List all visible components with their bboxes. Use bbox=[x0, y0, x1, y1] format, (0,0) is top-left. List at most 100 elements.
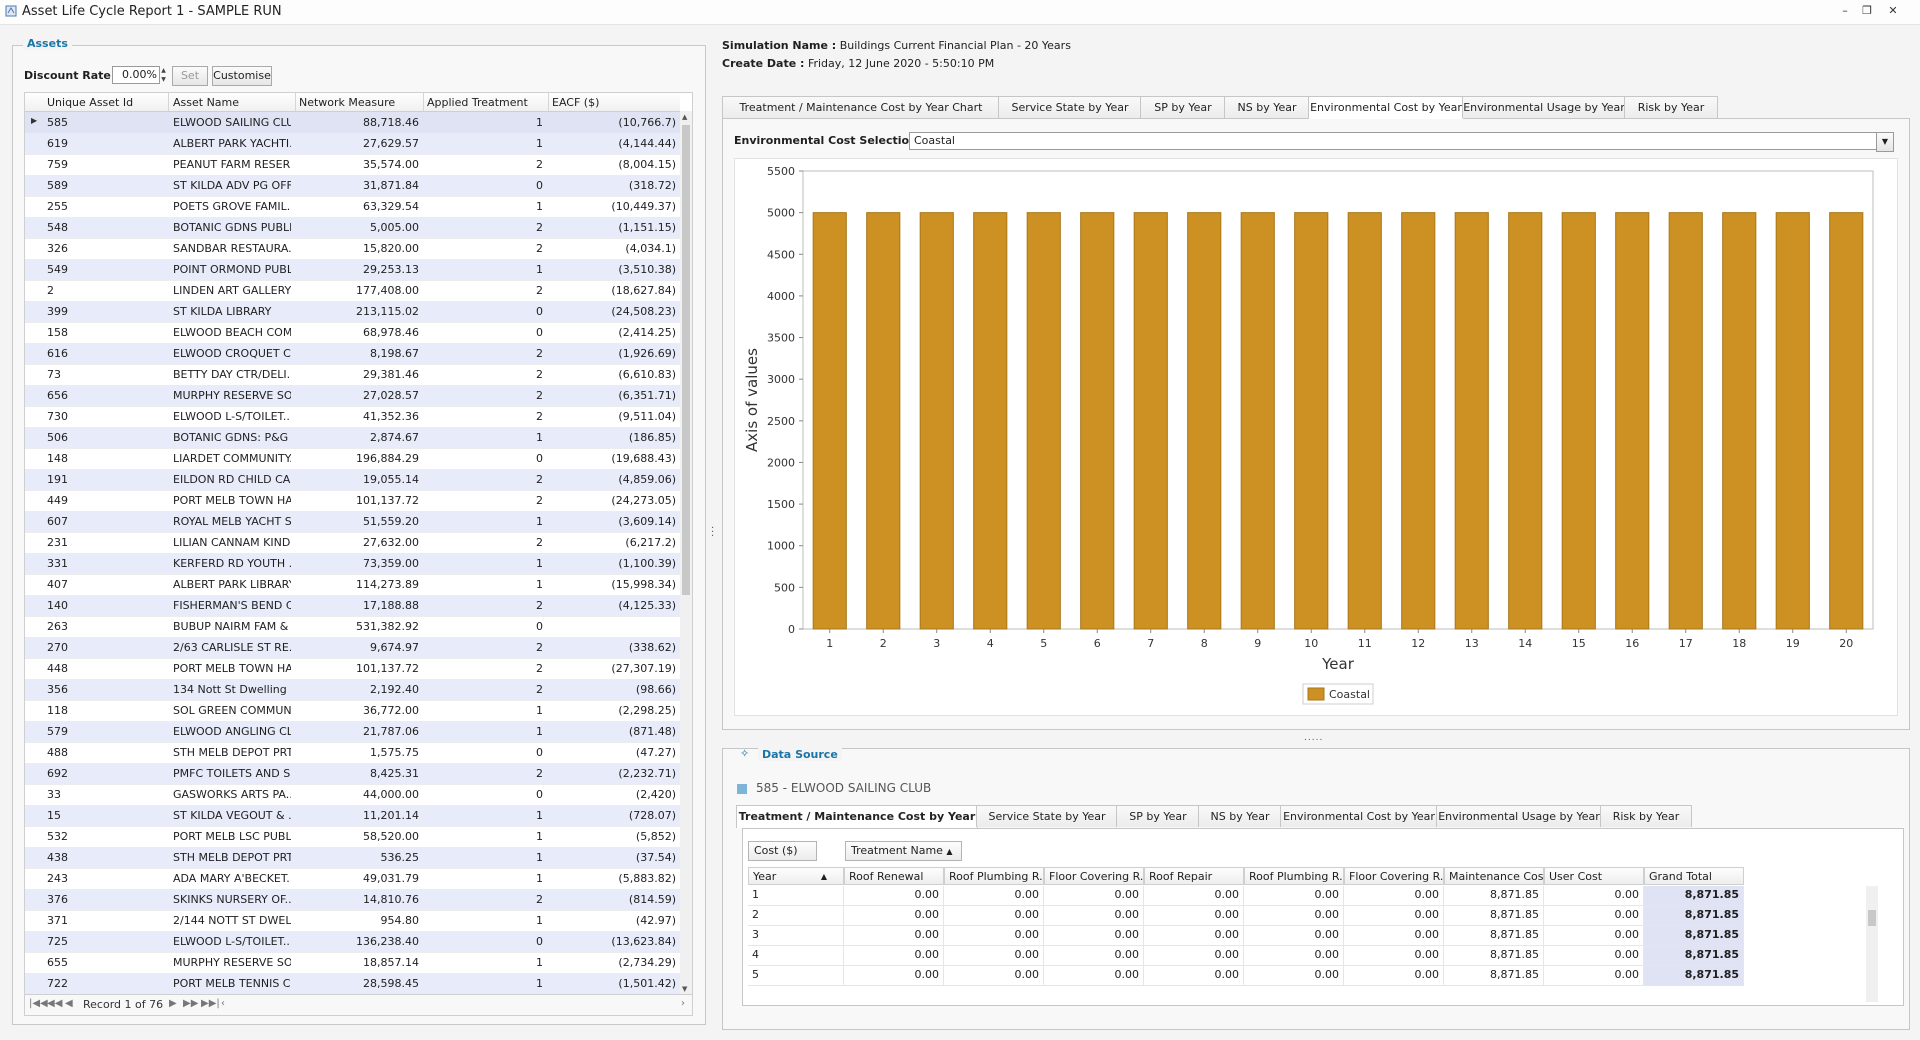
table-row[interactable]: 619 ALBERT PARK YACHTI... 27,629.57 1 (4,144… bbox=[25, 133, 680, 155]
next-record-icon[interactable]: ▶ bbox=[169, 998, 177, 1009]
table-row[interactable]: 656 MURPHY RESERVE SO... 27,028.57 2 (6,351.… bbox=[25, 385, 680, 407]
tab-risk[interactable]: Risk by Year bbox=[1624, 96, 1718, 118]
table-row[interactable]: 255 POETS GROVE FAMIL... 63,329.54 1 (10,449… bbox=[25, 196, 680, 218]
discount-spinner-icon[interactable]: ▲ ▼ bbox=[159, 66, 168, 84]
table-row[interactable]: 191 EILDON RD CHILD CA... 19,055.14 2 (4,859… bbox=[25, 469, 680, 491]
set-button[interactable]: Set bbox=[172, 66, 208, 86]
table-row[interactable]: 579 ELWOOD ANGLING CL... 21,787.06 1 (871.48… bbox=[25, 721, 680, 743]
pin-icon[interactable]: ✧ bbox=[740, 747, 749, 760]
column-header-eacf[interactable]: EACF ($) bbox=[552, 96, 599, 109]
table-row[interactable]: 33 GASWORKS ARTS PA... 44,000.00 0 (2,420) bbox=[25, 784, 680, 806]
table-row[interactable]: ▶ 585 ELWOOD SAILING CLUB 88,718.46 1 (10,766… bbox=[25, 112, 680, 134]
tab-environmental-usage[interactable]: Environmental Usage by Year bbox=[1462, 96, 1626, 118]
ds-tab-treatment-maintenance[interactable]: Treatment / Maintenance Cost by Year bbox=[736, 805, 978, 828]
pivot-column-header[interactable]: User Cost bbox=[1544, 867, 1644, 885]
table-row[interactable]: 331 KERFERD RD YOUTH ... 73,359.00 1 (1,100.… bbox=[25, 553, 680, 575]
column-header-applied-treatment[interactable]: Applied Treatment bbox=[427, 96, 528, 109]
pivot-column-header[interactable]: Roof Repair bbox=[1144, 867, 1244, 885]
prev-page-icon[interactable]: ◀◀ bbox=[47, 998, 62, 1009]
column-header-network-measure[interactable]: Network Measure bbox=[299, 96, 395, 109]
scroll-up-icon[interactable]: ▲ bbox=[682, 113, 687, 121]
first-record-icon[interactable]: |◀◀ bbox=[29, 998, 48, 1009]
table-row[interactable]: 506 BOTANIC GDNS: P&G ... 2,874.67 1 (186.85… bbox=[25, 427, 680, 449]
column-header-asset-name[interactable]: Asset Name bbox=[173, 96, 239, 109]
table-row[interactable]: 158 ELWOOD BEACH COM... 68,978.46 0 (2,414.2… bbox=[25, 322, 680, 344]
table-row[interactable]: 616 ELWOOD CROQUET C... 8,198.67 2 (1,926.69… bbox=[25, 343, 680, 365]
tab-sp[interactable]: SP by Year bbox=[1140, 96, 1226, 118]
table-row[interactable]: 118 SOL GREEN COMMUN... 36,772.00 1 (2,298.2… bbox=[25, 700, 680, 722]
table-row[interactable]: 140 FISHERMAN'S BEND C... 17,188.88 2 (4,125… bbox=[25, 595, 680, 617]
restore-icon[interactable]: ❐ bbox=[1856, 3, 1878, 19]
field-treatment-name-button[interactable]: Treatment Name ▲ bbox=[845, 841, 962, 861]
prev-record-icon[interactable]: ◀ bbox=[65, 998, 73, 1009]
pivot-row-year[interactable]: 4 bbox=[748, 946, 844, 966]
last-record-icon[interactable]: ▶▶| bbox=[201, 998, 220, 1009]
table-row[interactable]: 356 134 Nott St Dwelling 2,192.40 2 (98.66) bbox=[25, 679, 680, 701]
tab-ns[interactable]: NS by Year bbox=[1224, 96, 1310, 118]
ds-tab-risk[interactable]: Risk by Year bbox=[1600, 805, 1692, 827]
table-row[interactable]: 438 STH MELB DEPOT PRT... 536.25 1 (37.54) bbox=[25, 847, 680, 869]
close-icon[interactable]: ✕ bbox=[1882, 3, 1904, 19]
table-row[interactable]: 15 ST KILDA VEGOUT & ... 11,201.14 1 (728.07… bbox=[25, 805, 680, 827]
table-row[interactable]: 730 ELWOOD L-S/TOILET... 41,352.36 2 (9,511.… bbox=[25, 406, 680, 428]
pivot-column-header[interactable]: Maintenance Cost bbox=[1444, 867, 1544, 885]
column-header-asset-id[interactable]: Unique Asset Id bbox=[47, 96, 133, 109]
assets-scrollbar[interactable]: ▲ ▼ bbox=[680, 111, 692, 995]
horizontal-splitter[interactable]: ..... bbox=[1304, 733, 1323, 743]
table-row[interactable]: 655 MURPHY RESERVE SO... 18,857.14 1 (2,734.… bbox=[25, 952, 680, 974]
customise-button[interactable]: Customise bbox=[212, 66, 272, 86]
field-cost-button[interactable]: Cost ($) bbox=[748, 841, 817, 861]
minimize-icon[interactable]: – bbox=[1834, 3, 1856, 19]
next-page-icon[interactable]: ▶▶ bbox=[183, 998, 198, 1009]
ds-tab-service-state[interactable]: Service State by Year bbox=[976, 805, 1118, 827]
pivot-row-year[interactable]: 1 bbox=[748, 886, 844, 906]
table-row[interactable]: 488 STH MELB DEPOT PRT... 1,575.75 0 (47.27) bbox=[25, 742, 680, 764]
table-row[interactable]: 448 PORT MELB TOWN HALL 101,137.72 2 (27,307… bbox=[25, 658, 680, 680]
table-row[interactable]: 263 BUBUP NAIRM FAM & ... 531,382.92 0 bbox=[25, 616, 680, 638]
pivot-scrollbar[interactable] bbox=[1866, 886, 1878, 1002]
table-row[interactable]: 759 PEANUT FARM RESER... 35,574.00 2 (8,004.… bbox=[25, 154, 680, 176]
chevron-down-icon[interactable]: ▼ bbox=[1876, 132, 1894, 152]
tab-environmental-cost[interactable]: Environmental Cost by Year bbox=[1308, 96, 1464, 119]
pivot-column-header[interactable]: Floor Covering R... bbox=[1344, 867, 1444, 885]
vertical-splitter[interactable]: ... bbox=[711, 521, 715, 539]
ds-tab-ns[interactable]: NS by Year bbox=[1198, 805, 1282, 827]
ds-tab-environmental-cost[interactable]: Environmental Cost by Year bbox=[1280, 805, 1438, 827]
assets-scroll-thumb[interactable] bbox=[682, 125, 690, 595]
table-row[interactable]: 231 LILIAN CANNAM KIND... 27,632.00 2 (6,217… bbox=[25, 532, 680, 554]
ds-tab-environmental-usage[interactable]: Environmental Usage by Year bbox=[1436, 805, 1602, 827]
table-row[interactable]: 532 PORT MELB LSC PUBL... 58,520.00 1 (5,852… bbox=[25, 826, 680, 848]
tab-service-state[interactable]: Service State by Year bbox=[998, 96, 1142, 118]
table-row[interactable]: 607 ROYAL MELB YACHT S... 51,559.20 1 (3,609… bbox=[25, 511, 680, 533]
table-row[interactable]: 148 LIARDET COMMUNITY... 196,884.29 0 (19,68… bbox=[25, 448, 680, 470]
table-row[interactable]: 371 2/144 NOTT ST DWEL... 954.80 1 (42.97) bbox=[25, 910, 680, 932]
table-row[interactable]: 449 PORT MELB TOWN HALL 101,137.72 2 (24,273… bbox=[25, 490, 680, 512]
table-row[interactable]: 549 POINT ORMOND PUBL... 29,253.13 1 (3,510.… bbox=[25, 259, 680, 281]
table-row[interactable]: 692 PMFC TOILETS AND S... 8,425.31 2 (2,232.… bbox=[25, 763, 680, 785]
env-cost-selection-dropdown[interactable]: Coastal bbox=[909, 132, 1883, 150]
table-row[interactable]: 73 BETTY DAY CTR/DELI... 29,381.46 2 (6,610.… bbox=[25, 364, 680, 386]
pivot-scroll-thumb[interactable] bbox=[1868, 910, 1876, 926]
pivot-row-year[interactable]: 2 bbox=[748, 906, 844, 926]
table-row[interactable]: 722 PORT MELB TENNIS C... 28,598.45 1 (1,501… bbox=[25, 973, 680, 995]
table-row[interactable]: 243 ADA MARY A'BECKET... 49,031.79 1 (5,883.… bbox=[25, 868, 680, 890]
pivot-column-header[interactable]: Grand Total bbox=[1644, 867, 1744, 885]
table-row[interactable]: 589 ST KILDA ADV PG OFF... 31,871.84 0 (318.… bbox=[25, 175, 680, 197]
table-row[interactable]: 548 BOTANIC GDNS PUBLI... 5,005.00 2 (1,151.… bbox=[25, 217, 680, 239]
table-row[interactable]: 399 ST KILDA LIBRARY 213,115.02 0 (24,508.23… bbox=[25, 301, 680, 323]
pivot-column-header[interactable]: Roof Plumbing R... bbox=[1244, 867, 1344, 885]
table-row[interactable]: 376 SKINKS NURSERY OF... 14,810.76 2 (814.59… bbox=[25, 889, 680, 911]
table-row[interactable]: 2 LINDEN ART GALLERY 177,408.00 2 (18,627.84… bbox=[25, 280, 680, 302]
table-row[interactable]: 407 ALBERT PARK LIBRARY 114,273.89 1 (15,998… bbox=[25, 574, 680, 596]
discount-rate-input[interactable]: 0.00% bbox=[112, 66, 160, 84]
tab-treatment-maintenance-chart[interactable]: Treatment / Maintenance Cost by Year Cha… bbox=[722, 96, 1000, 118]
table-row[interactable]: 326 SANDBAR RESTAURA... 15,820.00 2 (4,034.1… bbox=[25, 238, 680, 260]
table-row[interactable]: 725 ELWOOD L-S/TOILET... 136,238.40 0 (13,62… bbox=[25, 931, 680, 953]
pivot-row-year[interactable]: 5 bbox=[748, 966, 844, 986]
scroll-left-icon[interactable]: ‹ bbox=[221, 998, 225, 1009]
pivot-column-header[interactable]: Roof Plumbing R... bbox=[944, 867, 1044, 885]
pivot-row-year[interactable]: 3 bbox=[748, 926, 844, 946]
table-row[interactable]: 270 2/63 CARLISLE ST RE... 9,674.97 2 (338.6… bbox=[25, 637, 680, 659]
ds-tab-sp[interactable]: SP by Year bbox=[1116, 805, 1200, 827]
scroll-down-icon[interactable]: ▼ bbox=[682, 985, 687, 993]
